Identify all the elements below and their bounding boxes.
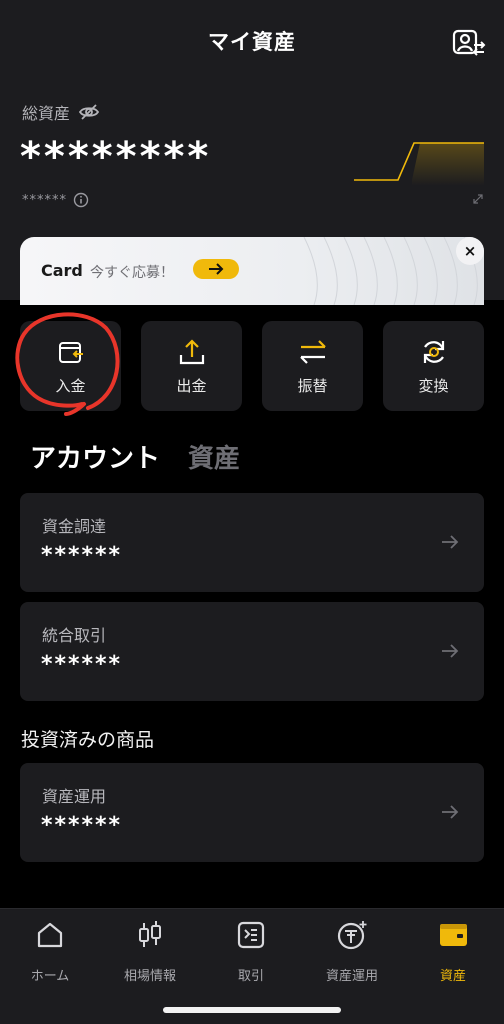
arrow-right-icon — [442, 805, 459, 819]
nav-item-trade[interactable]: 取引 — [201, 919, 301, 989]
total-assets-label-row: 総資産 — [22, 100, 100, 124]
sub-value-row: ****** — [22, 192, 89, 208]
eye-hidden-icon[interactable] — [78, 101, 100, 123]
convert-label: 変換 — [418, 377, 449, 395]
convert-button[interactable]: 変換 — [383, 321, 484, 411]
invested-item-value: ****** — [41, 813, 123, 838]
page-title: マイ資産 — [208, 30, 296, 54]
promo-banner[interactable]: Card 今すぐ応募！ × — [20, 237, 484, 305]
nav-item-assets[interactable]: 資産 — [403, 919, 503, 989]
deposit-label: 入金 — [55, 377, 86, 395]
withdraw-label: 出金 — [176, 377, 207, 395]
banner-card-label: Card — [41, 261, 83, 280]
banner-decoration — [303, 237, 478, 305]
balance-sparkline — [354, 142, 484, 186]
banner-arrow-button[interactable] — [193, 259, 239, 279]
earn-icon — [337, 921, 367, 950]
quick-actions: 入金 出金 振替 変換 — [20, 321, 484, 411]
nav-label-markets: 相場情報 — [123, 969, 176, 984]
nav-item-markets[interactable]: 相場情報 — [100, 919, 200, 989]
deposit-icon — [59, 342, 83, 363]
transfer-button[interactable]: 振替 — [262, 321, 363, 411]
withdraw-icon — [179, 339, 205, 365]
total-assets-label: 総資産 — [22, 104, 71, 123]
account-value: ****** — [41, 543, 123, 568]
invested-card-earn[interactable]: 資産運用 ****** — [20, 763, 484, 862]
account-card-funding[interactable]: 資金調達 ****** — [20, 493, 484, 592]
convert-icon — [423, 341, 445, 363]
transfer-icon — [300, 340, 326, 364]
account-card-unified-trading[interactable]: 統合取引 ****** — [20, 602, 484, 701]
asset-tabs: アカウント 資産 — [30, 438, 240, 475]
account-value: ****** — [41, 652, 123, 677]
home-icon — [37, 922, 63, 948]
nav-item-earn[interactable]: 資産運用 — [302, 919, 402, 989]
account-title: 資金調達 — [42, 517, 107, 536]
nav-label-home: ホーム — [30, 969, 70, 984]
trade-icon — [237, 921, 265, 949]
account-title: 統合取引 — [42, 626, 107, 645]
wallet-icon — [440, 924, 467, 946]
sub-value: ****** — [22, 192, 67, 208]
info-icon[interactable] — [73, 192, 89, 208]
invested-products-title: 投資済みの商品 — [21, 729, 155, 751]
banner-text: 今すぐ応募！ — [90, 265, 174, 281]
withdraw-button[interactable]: 出金 — [141, 321, 242, 411]
invested-item-title: 資産運用 — [42, 787, 107, 806]
nav-item-home[interactable]: ホーム — [0, 919, 100, 989]
home-indicator — [163, 1007, 341, 1013]
arrow-right-icon — [209, 263, 224, 275]
deposit-button[interactable]: 入金 — [20, 321, 121, 411]
total-assets-value: ******** — [20, 134, 212, 180]
tab-assets[interactable]: 資産 — [188, 438, 240, 475]
nav-label-earn: 資産運用 — [325, 969, 378, 984]
arrow-right-icon — [442, 535, 459, 549]
banner-close-button[interactable]: × — [456, 237, 484, 265]
transfer-label: 振替 — [297, 377, 328, 395]
arrow-right-icon — [442, 644, 459, 658]
nav-label-assets: 資産 — [439, 969, 466, 984]
expand-icon[interactable] — [472, 193, 484, 205]
profile-switch-icon[interactable] — [452, 28, 486, 58]
nav-label-trade: 取引 — [237, 969, 264, 984]
candlestick-icon — [139, 921, 161, 947]
tab-account[interactable]: アカウント — [30, 438, 160, 475]
